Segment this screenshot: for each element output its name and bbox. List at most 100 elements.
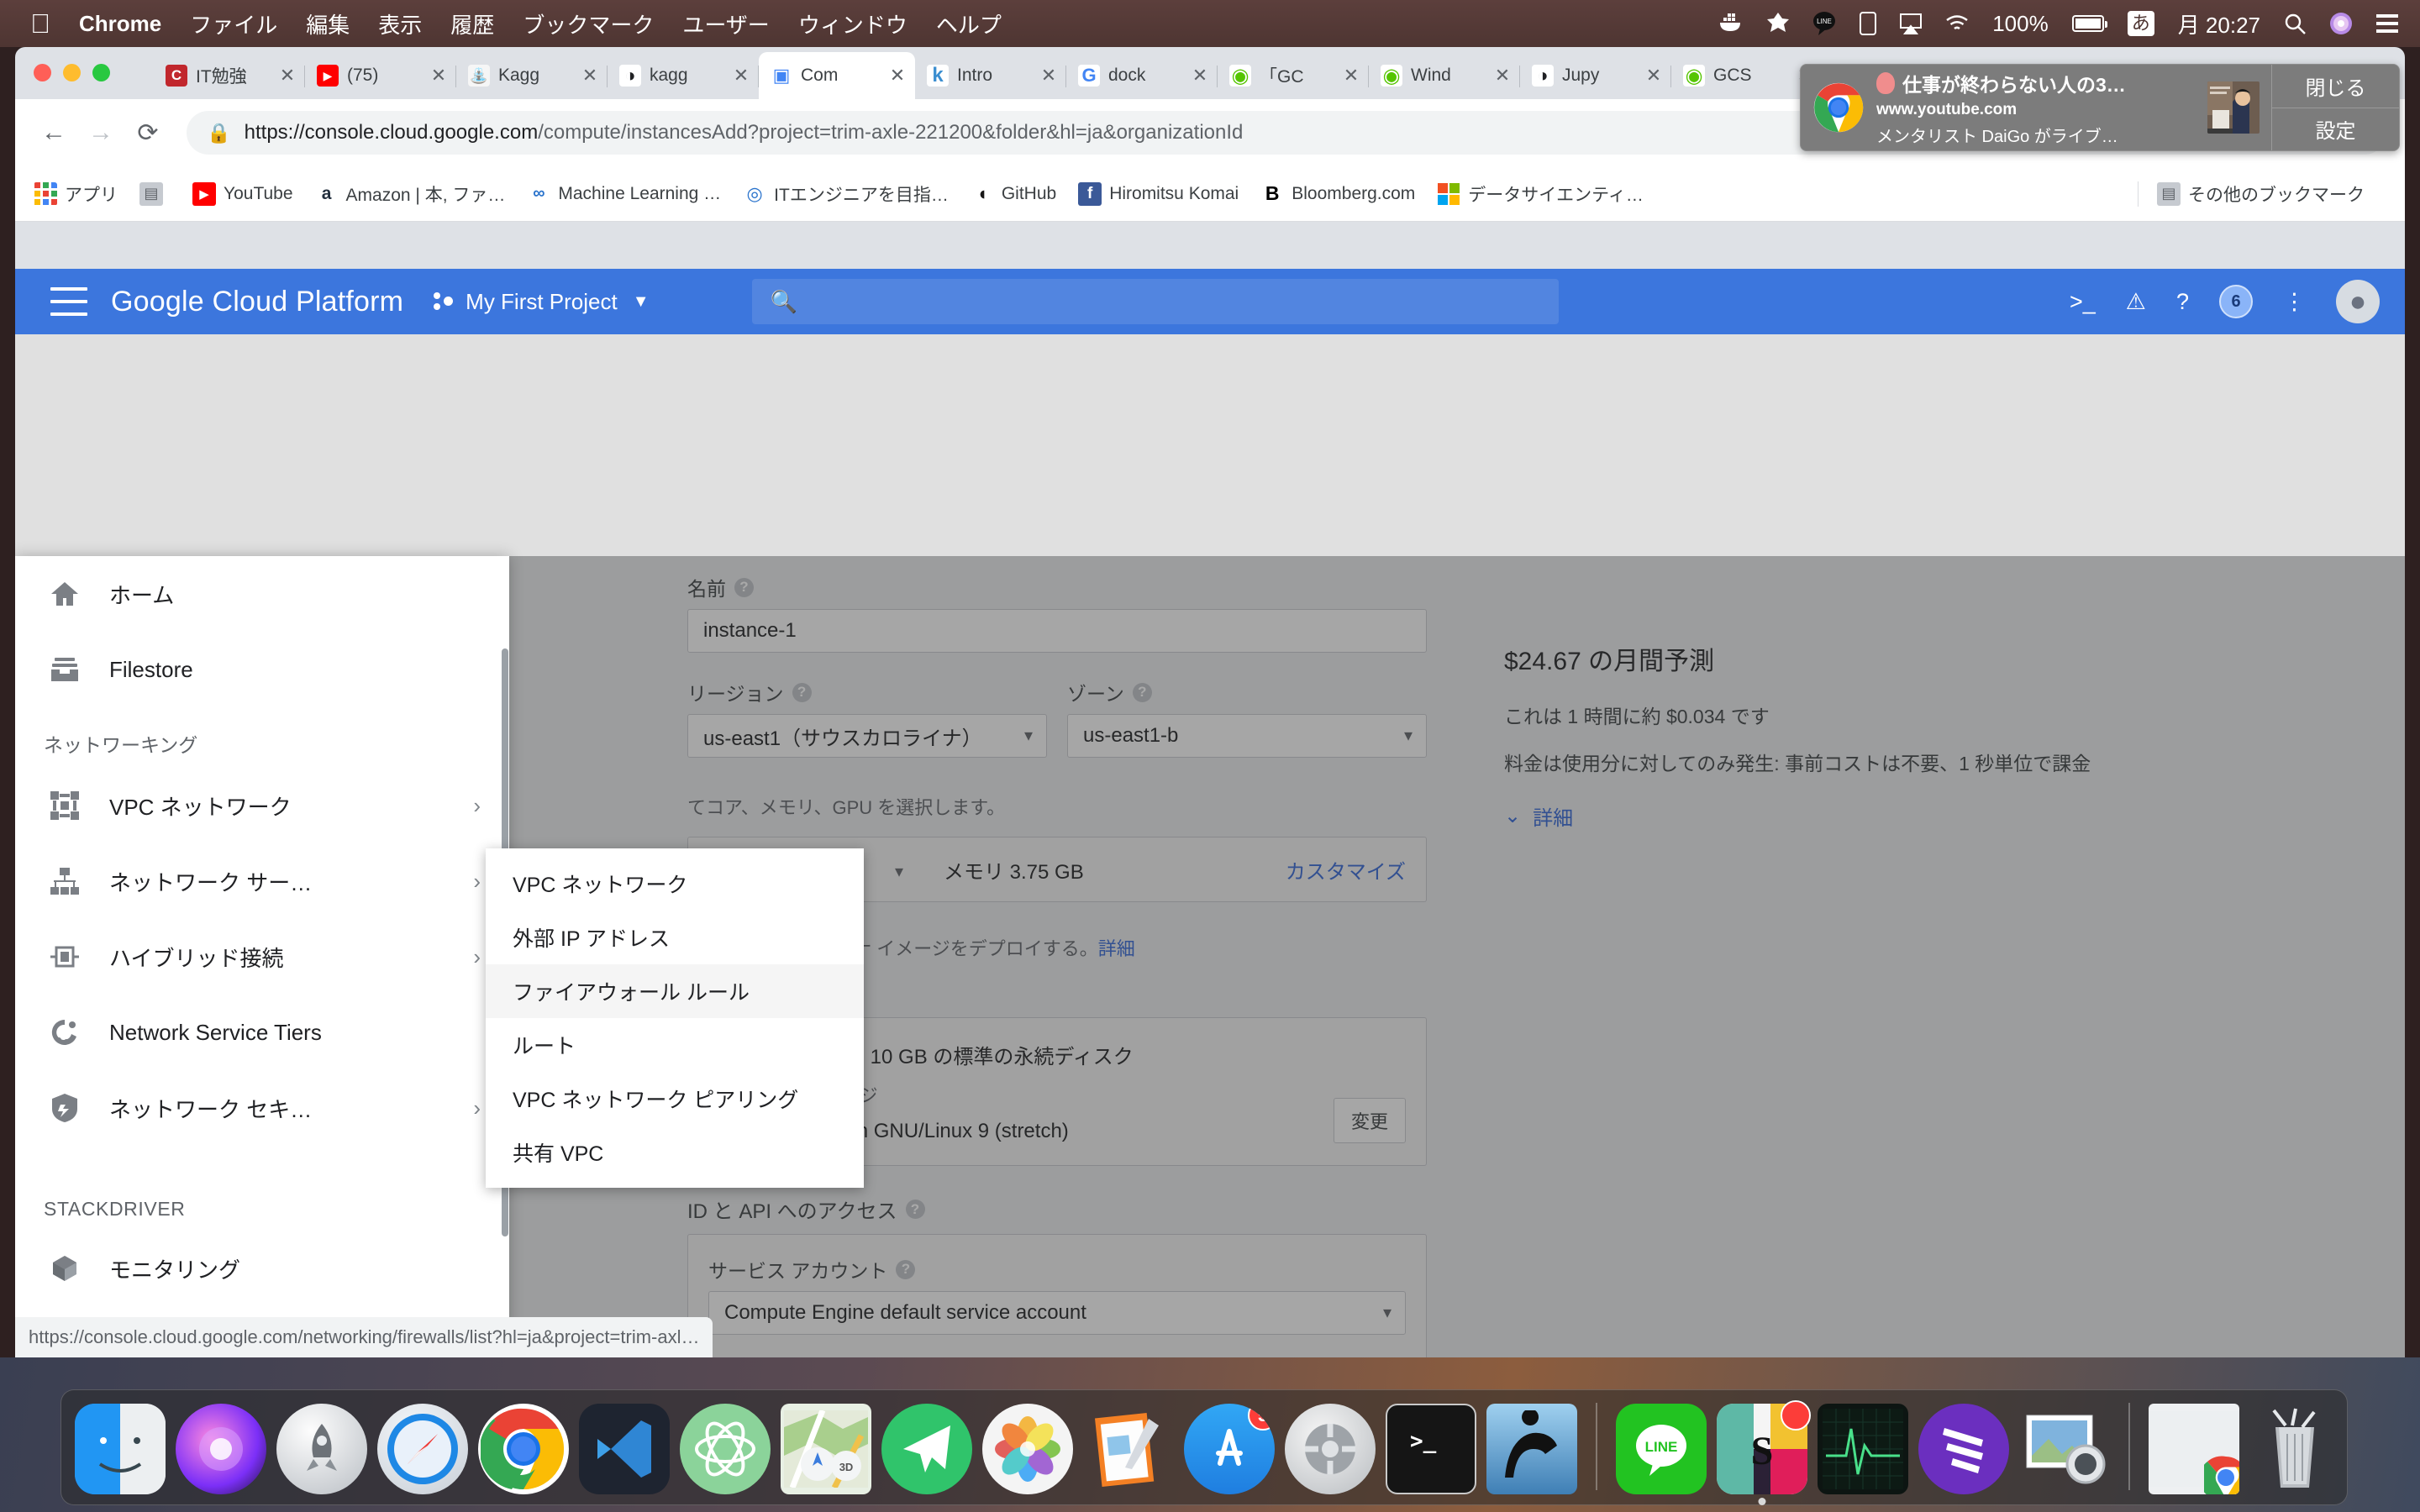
- window-traffic-lights[interactable]: [34, 64, 110, 81]
- project-selector[interactable]: My First Project ▼: [434, 289, 650, 315]
- notification-close-button[interactable]: 閉じる: [2272, 65, 2399, 108]
- notifications-icon[interactable]: ⚠: [2126, 289, 2146, 315]
- sidebar-item-filestore[interactable]: Filestore: [15, 632, 509, 707]
- close-icon[interactable]: ✕: [581, 65, 599, 87]
- bookmark-amazon[interactable]: a Amazon | 本, ファ…: [314, 181, 505, 207]
- close-icon[interactable]: ✕: [732, 65, 750, 87]
- sidebar-item-vpc-network[interactable]: VPC ネットワーク ›: [15, 768, 509, 843]
- dock-item-telegram[interactable]: [881, 1404, 972, 1494]
- dock-item-finder[interactable]: [75, 1404, 166, 1494]
- bookmark-github[interactable]: ◖ GitHub: [970, 181, 1056, 206]
- browser-tab[interactable]: ◑ Jupy ✕: [1520, 52, 1671, 99]
- airplay-icon[interactable]: [1900, 13, 1923, 34]
- close-icon[interactable]: ✕: [278, 65, 297, 87]
- bookmark-apps[interactable]: アプリ: [34, 181, 118, 207]
- clock[interactable]: 月 20:27: [2178, 8, 2260, 39]
- alfred-icon[interactable]: [1767, 13, 1790, 34]
- bookmark-data-scientist[interactable]: データサイエンティ…: [1437, 181, 1644, 207]
- dock-item-chrome[interactable]: [478, 1404, 569, 1494]
- close-icon[interactable]: ✕: [1644, 65, 1663, 87]
- submenu-item-vpc-network[interactable]: VPC ネットワーク: [486, 857, 864, 911]
- dock-item-vscode[interactable]: [579, 1404, 670, 1494]
- submenu-item-shared-vpc[interactable]: 共有 VPC: [486, 1126, 864, 1179]
- submenu-item-firewall-rules[interactable]: ファイアウォール ルール: [486, 964, 864, 1018]
- display-icon[interactable]: [1860, 12, 1877, 35]
- notification-toast[interactable]: 仕事が終わらない人の3… www.youtube.com メンタリスト DaiG…: [1800, 64, 2400, 151]
- close-icon[interactable]: ✕: [1342, 65, 1360, 87]
- dock-item-system-preferences[interactable]: [1285, 1404, 1376, 1494]
- cloud-shell-icon[interactable]: >_: [2070, 289, 2096, 315]
- dock-item-downloads-stack[interactable]: [2149, 1404, 2239, 1494]
- dock-item-kindle[interactable]: [1486, 1404, 1577, 1494]
- browser-tab[interactable]: ◉ Wind ✕: [1369, 52, 1520, 99]
- browser-tab[interactable]: ◑ kagg ✕: [608, 52, 759, 99]
- dock-item-pages[interactable]: [1083, 1404, 1174, 1494]
- notification-center-icon[interactable]: [2376, 14, 2398, 33]
- siri-icon[interactable]: [2329, 12, 2353, 35]
- close-icon[interactable]: ✕: [1493, 65, 1512, 87]
- dock-item-activity-monitor[interactable]: [1818, 1404, 1908, 1494]
- close-icon[interactable]: ✕: [1191, 65, 1209, 87]
- wifi-icon[interactable]: [1945, 14, 1969, 33]
- dock-item-preview[interactable]: [2019, 1404, 2110, 1494]
- forward-button[interactable]: →: [81, 113, 121, 153]
- menu-item-view[interactable]: 表示: [378, 8, 422, 39]
- browser-tab[interactable]: G dock ✕: [1066, 52, 1218, 99]
- menu-item-file[interactable]: ファイル: [190, 8, 277, 39]
- dock[interactable]: 3D 5 >_ LINE S: [60, 1389, 2348, 1505]
- battery-icon[interactable]: [2071, 15, 2107, 32]
- close-icon[interactable]: ✕: [1039, 65, 1058, 87]
- sidebar-item-network-service-tiers[interactable]: Network Service Tiers: [15, 995, 509, 1070]
- dock-item-safari[interactable]: [377, 1404, 468, 1494]
- menu-icon[interactable]: [50, 287, 87, 316]
- bookmark-bloomberg[interactable]: B Bloomberg.com: [1260, 181, 1415, 206]
- bookmark-it-engineer[interactable]: ◎ ITエンジニアを目指…: [743, 181, 949, 207]
- dock-item-launchpad[interactable]: [276, 1404, 367, 1494]
- submenu-item-external-ip[interactable]: 外部 IP アドレス: [486, 911, 864, 964]
- line-icon[interactable]: LINE: [1812, 11, 1836, 36]
- dock-item-maps[interactable]: 3D: [781, 1404, 871, 1494]
- dock-item-slack[interactable]: S: [1717, 1400, 1811, 1505]
- menu-item-bookmarks[interactable]: ブックマーク: [523, 8, 654, 39]
- dock-item-line[interactable]: LINE: [1616, 1404, 1707, 1494]
- sidebar-item-home[interactable]: ホーム: [15, 556, 509, 632]
- menu-item-help[interactable]: ヘルプ: [936, 8, 1002, 39]
- bookmark-coursera[interactable]: ∞ Machine Learning …: [527, 181, 721, 206]
- help-icon[interactable]: ?: [2176, 289, 2189, 315]
- back-button[interactable]: ←: [34, 113, 74, 153]
- sidebar-item-network-security[interactable]: ネットワーク セキ… ›: [15, 1070, 509, 1146]
- dock-item-terminal[interactable]: >_: [1386, 1404, 1476, 1494]
- account-badge[interactable]: 6: [2219, 285, 2253, 318]
- browser-tab[interactable]: ⛲ Kagg ✕: [456, 52, 608, 99]
- gcp-logo[interactable]: Google Cloud Platform: [111, 286, 403, 318]
- sidebar-item-network-services[interactable]: ネットワーク サー… ›: [15, 843, 509, 919]
- browser-tab[interactable]: ▶ (75) ✕: [305, 52, 456, 99]
- dock-item-app-store[interactable]: 5: [1184, 1404, 1275, 1494]
- dock-item-trash[interactable]: [2249, 1404, 2340, 1494]
- apple-logo-icon[interactable]: : [30, 10, 50, 37]
- bookmark-folder[interactable]: ▤: [139, 181, 171, 206]
- bookmark-youtube[interactable]: ▶ YouTube: [192, 181, 293, 206]
- menu-item-user[interactable]: ユーザー: [682, 8, 769, 39]
- dock-item-atom[interactable]: [680, 1404, 771, 1494]
- browser-tab[interactable]: ◉ 「GC ✕: [1218, 52, 1369, 99]
- minimize-window-button[interactable]: [63, 64, 81, 81]
- dock-item-siri[interactable]: [176, 1404, 266, 1494]
- other-bookmarks[interactable]: ▤ その他のブックマーク: [2138, 181, 2365, 207]
- avatar[interactable]: ●: [2336, 280, 2380, 323]
- submenu-item-vpc-peering[interactable]: VPC ネットワーク ピアリング: [486, 1072, 864, 1126]
- spotlight-search-icon[interactable]: [2284, 13, 2306, 34]
- browser-tab-active[interactable]: ▣ Com ✕: [759, 52, 915, 99]
- reload-button[interactable]: ⟳: [128, 113, 168, 153]
- dock-item-photos[interactable]: [982, 1404, 1073, 1494]
- close-icon[interactable]: ✕: [888, 65, 907, 87]
- browser-tab[interactable]: C IT勉強 ✕: [154, 52, 305, 99]
- browser-tab[interactable]: k Intro ✕: [915, 52, 1066, 99]
- more-vert-icon[interactable]: ⋮: [2283, 289, 2306, 315]
- menu-item-edit[interactable]: 編集: [306, 8, 350, 39]
- menu-item-history[interactable]: 履歴: [450, 8, 494, 39]
- menu-item-chrome[interactable]: Chrome: [79, 11, 161, 37]
- docker-icon[interactable]: [1718, 13, 1744, 34]
- close-window-button[interactable]: [34, 64, 51, 81]
- sidebar-item-hybrid-connectivity[interactable]: ハイブリッド接続 ›: [15, 919, 509, 995]
